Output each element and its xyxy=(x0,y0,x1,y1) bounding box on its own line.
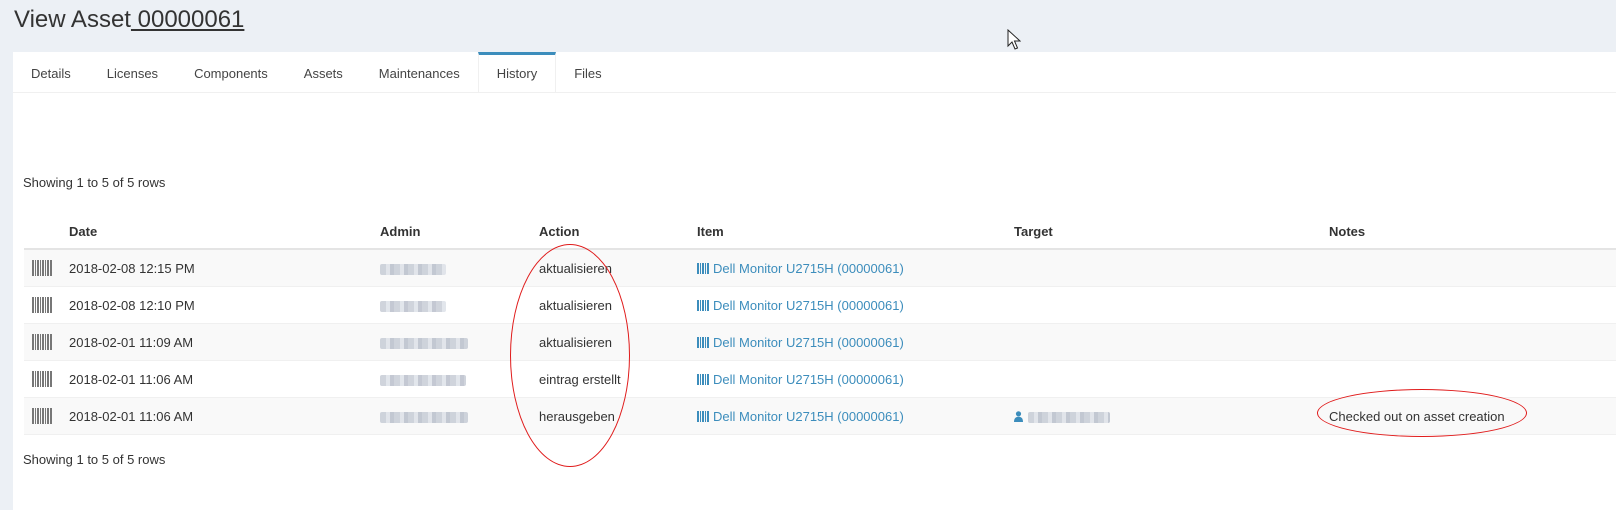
row-notes xyxy=(1329,360,1616,398)
row-date: 2018-02-08 12:15 PM xyxy=(69,249,380,287)
row-item[interactable]: Dell Monitor U2715H (00000061) xyxy=(697,323,1014,361)
table-row: 2018-02-08 12:10 PM aktualisieren Dell M… xyxy=(24,286,1616,324)
barcode-icon xyxy=(697,336,709,348)
item-link[interactable]: Dell Monitor U2715H (00000061) xyxy=(697,335,904,350)
row-item[interactable]: Dell Monitor U2715H (00000061) xyxy=(697,286,1014,324)
row-target xyxy=(1014,249,1329,287)
tab-details[interactable]: Details xyxy=(13,52,89,92)
tab-assets[interactable]: Assets xyxy=(286,52,361,92)
row-action: aktualisieren xyxy=(539,286,697,324)
row-notes xyxy=(1329,323,1616,361)
header-admin[interactable]: Admin xyxy=(380,214,539,250)
table-row: 2018-02-01 11:06 AM herausgeben Dell Mon… xyxy=(24,397,1616,435)
row-target xyxy=(1014,286,1329,324)
row-date: 2018-02-08 12:10 PM xyxy=(69,286,380,324)
barcode-icon xyxy=(697,410,709,422)
tab-files[interactable]: Files xyxy=(556,52,619,92)
barcode-icon xyxy=(32,371,52,388)
header-action[interactable]: Action xyxy=(539,214,697,250)
user-icon xyxy=(1014,410,1023,422)
row-admin[interactable] xyxy=(380,323,539,361)
barcode-icon xyxy=(32,334,52,351)
barcode-icon xyxy=(32,408,52,425)
row-admin[interactable] xyxy=(380,397,539,435)
barcode-icon xyxy=(697,373,709,385)
row-action: aktualisieren xyxy=(539,323,697,361)
row-date: 2018-02-01 11:06 AM xyxy=(69,397,380,435)
tab-history[interactable]: History xyxy=(477,52,557,92)
row-admin[interactable] xyxy=(380,249,539,287)
item-link[interactable]: Dell Monitor U2715H (00000061) xyxy=(697,261,904,276)
row-date: 2018-02-01 11:09 AM xyxy=(69,323,380,361)
header-date[interactable]: Date xyxy=(69,214,380,250)
row-item[interactable]: Dell Monitor U2715H (00000061) xyxy=(697,249,1014,287)
redacted-admin-name xyxy=(380,337,468,349)
pagination-info-top: Showing 1 to 5 of 5 rows xyxy=(23,175,166,190)
table-row: 2018-02-01 11:09 AM aktualisieren Dell M… xyxy=(24,323,1616,361)
row-target xyxy=(1014,360,1329,398)
redacted-target-name xyxy=(1028,411,1110,423)
row-action: herausgeben xyxy=(539,397,697,435)
row-date: 2018-02-01 11:06 AM xyxy=(69,360,380,398)
mouse-cursor-icon xyxy=(1007,29,1021,50)
row-action: aktualisieren xyxy=(539,249,697,287)
tab-licenses[interactable]: Licenses xyxy=(89,52,176,92)
table-header-row: Date Admin Action Item Target Notes xyxy=(24,214,1616,250)
table-row: 2018-02-08 12:15 PM aktualisieren Dell M… xyxy=(24,249,1616,287)
header-icon xyxy=(24,214,69,250)
asset-tag-link[interactable]: 00000061 xyxy=(131,6,245,33)
barcode-icon xyxy=(697,299,709,311)
item-link[interactable]: Dell Monitor U2715H (00000061) xyxy=(697,372,904,387)
asset-tabs: Details Licenses Components Assets Maint… xyxy=(13,52,1616,93)
header-target[interactable]: Target xyxy=(1014,214,1329,250)
redacted-admin-name xyxy=(380,263,446,275)
row-notes: Checked out on asset creation xyxy=(1329,397,1616,435)
pagination-info-bottom: Showing 1 to 5 of 5 rows xyxy=(23,452,166,467)
row-target[interactable] xyxy=(1014,397,1329,435)
header-item[interactable]: Item xyxy=(697,214,1014,250)
row-target xyxy=(1014,323,1329,361)
redacted-admin-name xyxy=(380,411,468,423)
table-row: 2018-02-01 11:06 AM eintrag erstellt Del… xyxy=(24,360,1616,398)
row-admin[interactable] xyxy=(380,360,539,398)
item-link[interactable]: Dell Monitor U2715H (00000061) xyxy=(697,298,904,313)
tab-components[interactable]: Components xyxy=(176,52,286,92)
row-action: eintrag erstellt xyxy=(539,360,697,398)
row-notes xyxy=(1329,286,1616,324)
row-admin[interactable] xyxy=(380,286,539,324)
row-item[interactable]: Dell Monitor U2715H (00000061) xyxy=(697,360,1014,398)
barcode-icon xyxy=(697,262,709,274)
tab-maintenances[interactable]: Maintenances xyxy=(361,52,478,92)
page-title: View Asset 00000061 xyxy=(14,6,245,33)
item-link[interactable]: Dell Monitor U2715H (00000061) xyxy=(697,409,904,424)
barcode-icon xyxy=(32,297,52,314)
asset-panel: Details Licenses Components Assets Maint… xyxy=(13,52,1616,510)
row-notes xyxy=(1329,249,1616,287)
barcode-icon xyxy=(32,260,52,277)
header-notes[interactable]: Notes xyxy=(1329,214,1616,250)
redacted-admin-name xyxy=(380,374,466,386)
history-table: Date Admin Action Item Target Notes 2018… xyxy=(24,214,1616,435)
row-item[interactable]: Dell Monitor U2715H (00000061) xyxy=(697,397,1014,435)
redacted-admin-name xyxy=(380,300,446,312)
